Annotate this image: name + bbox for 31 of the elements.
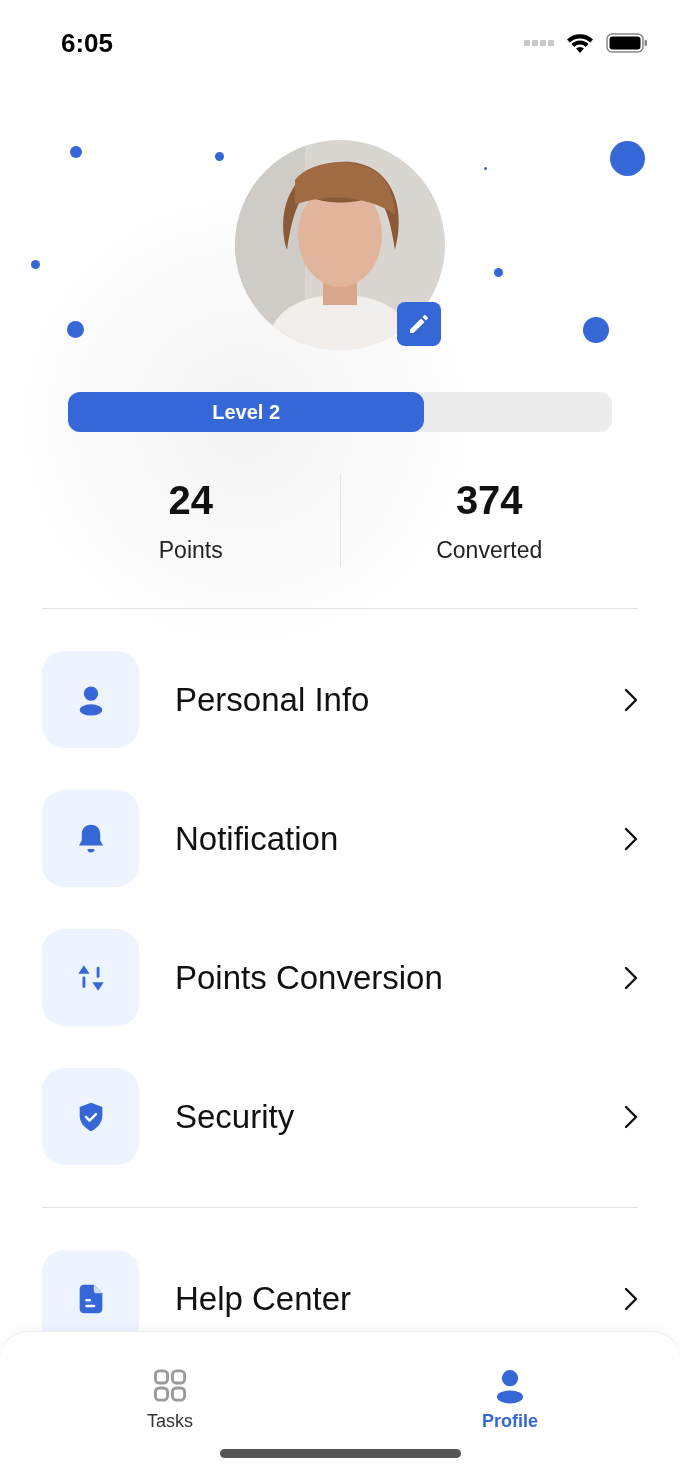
decor-dot: [610, 141, 645, 176]
signal-icon: [524, 40, 554, 46]
decor-dot: [483, 167, 487, 170]
stat-label: Points: [158, 537, 223, 564]
tab[interactable]: Tasks: [0, 1332, 340, 1432]
chevron-right-icon: [624, 965, 638, 990]
menu-item-label[interactable]: Points Conversion: [175, 958, 624, 997]
decor-dot: [30, 260, 40, 269]
stat-value: 24: [168, 478, 213, 523]
pencil-icon: [407, 312, 431, 336]
menu-item-label[interactable]: Personal Info: [175, 680, 624, 719]
menu-item-label[interactable]: Help Center: [175, 1279, 624, 1318]
decor-dot: [583, 317, 609, 343]
tab[interactable]: Profile: [340, 1332, 680, 1432]
level-label: Level 2: [212, 400, 281, 424]
stat-label: Converted: [436, 537, 543, 564]
chevron-right-icon: [624, 1104, 638, 1129]
status-time: 6:05: [61, 27, 114, 59]
menu-item-label[interactable]: Notification: [175, 819, 624, 858]
chevron-right-icon: [624, 687, 638, 712]
decor-dot: [214, 152, 224, 161]
wifi-icon: [566, 32, 594, 54]
stat-value: 374: [455, 478, 523, 523]
chevron-right-icon: [624, 826, 638, 851]
edit-button[interactable]: [397, 302, 441, 346]
menu-item-label[interactable]: Security: [175, 1097, 624, 1136]
battery-icon: [606, 33, 648, 53]
decor-dot: [493, 268, 503, 277]
decor-dot: [70, 146, 82, 158]
chevron-right-icon: [624, 1286, 638, 1311]
decor-dot: [66, 321, 84, 338]
